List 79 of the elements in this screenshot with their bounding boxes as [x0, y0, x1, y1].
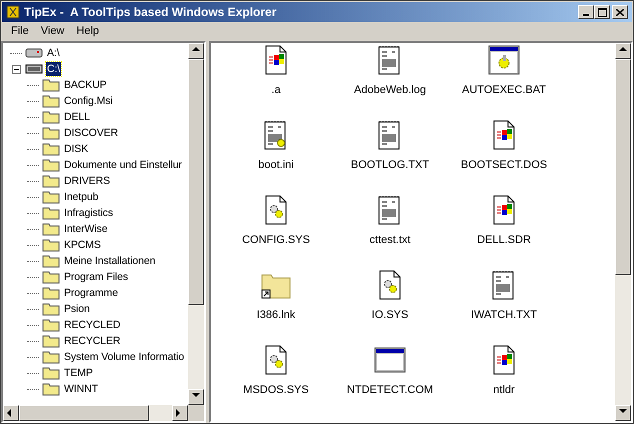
icon-label[interactable]: boot.ini: [258, 159, 294, 172]
tree-item[interactable]: Meine Installationen: [63, 254, 156, 268]
folder-icon: [42, 158, 60, 172]
icon-label[interactable]: NTDETECT.COM: [346, 384, 434, 397]
icon-label[interactable]: BOOTSECT.DOS: [460, 159, 548, 172]
tree-item[interactable]: DELL: [63, 110, 91, 124]
tree-item[interactable]: DRIVERS: [63, 174, 111, 188]
menu-item[interactable]: View: [34, 23, 70, 40]
minimize-button[interactable]: [578, 5, 594, 19]
folder-icon: [42, 302, 60, 316]
tree-item[interactable]: System Volume Informatio: [63, 350, 186, 364]
tree-item[interactable]: Psion: [63, 302, 91, 316]
scroll-up-button[interactable]: [615, 43, 631, 59]
tree-item[interactable]: Programme: [63, 286, 119, 300]
scroll-down-button[interactable]: [615, 405, 631, 421]
folder-icon: [42, 110, 60, 124]
maximize-button[interactable]: [594, 5, 610, 19]
icon-label[interactable]: ntldr: [493, 384, 515, 397]
close-icon: [616, 8, 624, 16]
scroll-right-button[interactable]: [172, 405, 188, 421]
folder-icon: [42, 286, 60, 300]
tree-item[interactable]: Inetpub: [63, 190, 100, 204]
icon-label[interactable]: BOOTLOG.TXT: [350, 159, 430, 172]
icon-label[interactable]: MSDOS.SYS: [243, 384, 309, 397]
folder-icon: [42, 270, 60, 284]
icon-label[interactable]: cttest.txt: [370, 234, 410, 247]
close-button[interactable]: [612, 5, 628, 19]
tree-item[interactable]: Infragistics: [63, 206, 114, 220]
tree-item[interactable]: C:\: [46, 62, 62, 76]
folder-icon: [42, 78, 60, 92]
icon-label[interactable]: AdobeWeb.log: [354, 84, 426, 97]
scroll-left-button[interactable]: [3, 405, 19, 421]
folder-icon: [42, 174, 60, 188]
scroll-up-button[interactable]: [188, 43, 204, 59]
icon-label[interactable]: IO.SYS: [372, 309, 408, 322]
folder-icon: [42, 222, 60, 236]
folder-icon: [42, 254, 60, 268]
icon-label[interactable]: DELL.SDR: [477, 234, 531, 247]
scrollbar-thumb[interactable]: [188, 59, 204, 305]
icon-label[interactable]: CONFIG.SYS: [242, 234, 310, 247]
folder-icon: [42, 366, 60, 380]
menu-item[interactable]: Help: [70, 23, 106, 40]
tree-item[interactable]: DISK: [63, 142, 90, 156]
folder-icon: [42, 318, 60, 332]
tree-item[interactable]: DISCOVER: [63, 126, 120, 140]
folder-icon: [42, 142, 60, 156]
tree-item[interactable]: Dokumente und Einstellur: [63, 158, 183, 172]
folder-icon: [42, 382, 60, 396]
tree-item[interactable]: RECYCLER: [63, 334, 122, 348]
folder-icon: [42, 350, 60, 364]
scrollbar-thumb[interactable]: [615, 59, 631, 275]
window-title: TipEx - A ToolTips based Windows Explorer: [24, 4, 278, 21]
folder-icon: [42, 126, 60, 140]
tree-item[interactable]: TEMP: [63, 366, 94, 380]
tree-item[interactable]: RECYCLED: [63, 318, 122, 332]
tree-item[interactable]: InterWise: [63, 222, 108, 236]
folder-icon: [42, 206, 60, 220]
tree-item[interactable]: WINNT: [63, 382, 99, 396]
menu-item[interactable]: File: [5, 23, 35, 40]
scroll-down-button[interactable]: [188, 389, 204, 405]
maximize-icon: [598, 8, 606, 16]
drive-icon: [25, 64, 43, 74]
folder-icon: [42, 190, 60, 204]
folder-icon: [42, 94, 60, 108]
icon-label[interactable]: AUTOEXEC.BAT: [462, 84, 546, 97]
icon-label[interactable]: .a: [271, 84, 281, 97]
drive-icon: [25, 48, 43, 58]
icon-label[interactable]: I386.lnk: [256, 309, 296, 322]
app-icon: [6, 5, 20, 19]
tree-item[interactable]: KPCMS: [63, 238, 102, 252]
folder-icon: [42, 238, 60, 252]
folder-icon: [42, 334, 60, 348]
tree-item[interactable]: BACKUP: [63, 78, 108, 92]
collapse-toggle[interactable]: [12, 64, 20, 74]
tree-item[interactable]: Program Files: [63, 270, 130, 284]
scrollbar-thumb[interactable]: [19, 405, 149, 421]
icon-label[interactable]: IWATCH.TXT: [471, 309, 537, 322]
tree-item[interactable]: A:\: [46, 46, 61, 60]
tree-item[interactable]: Config.Msi: [63, 94, 114, 108]
